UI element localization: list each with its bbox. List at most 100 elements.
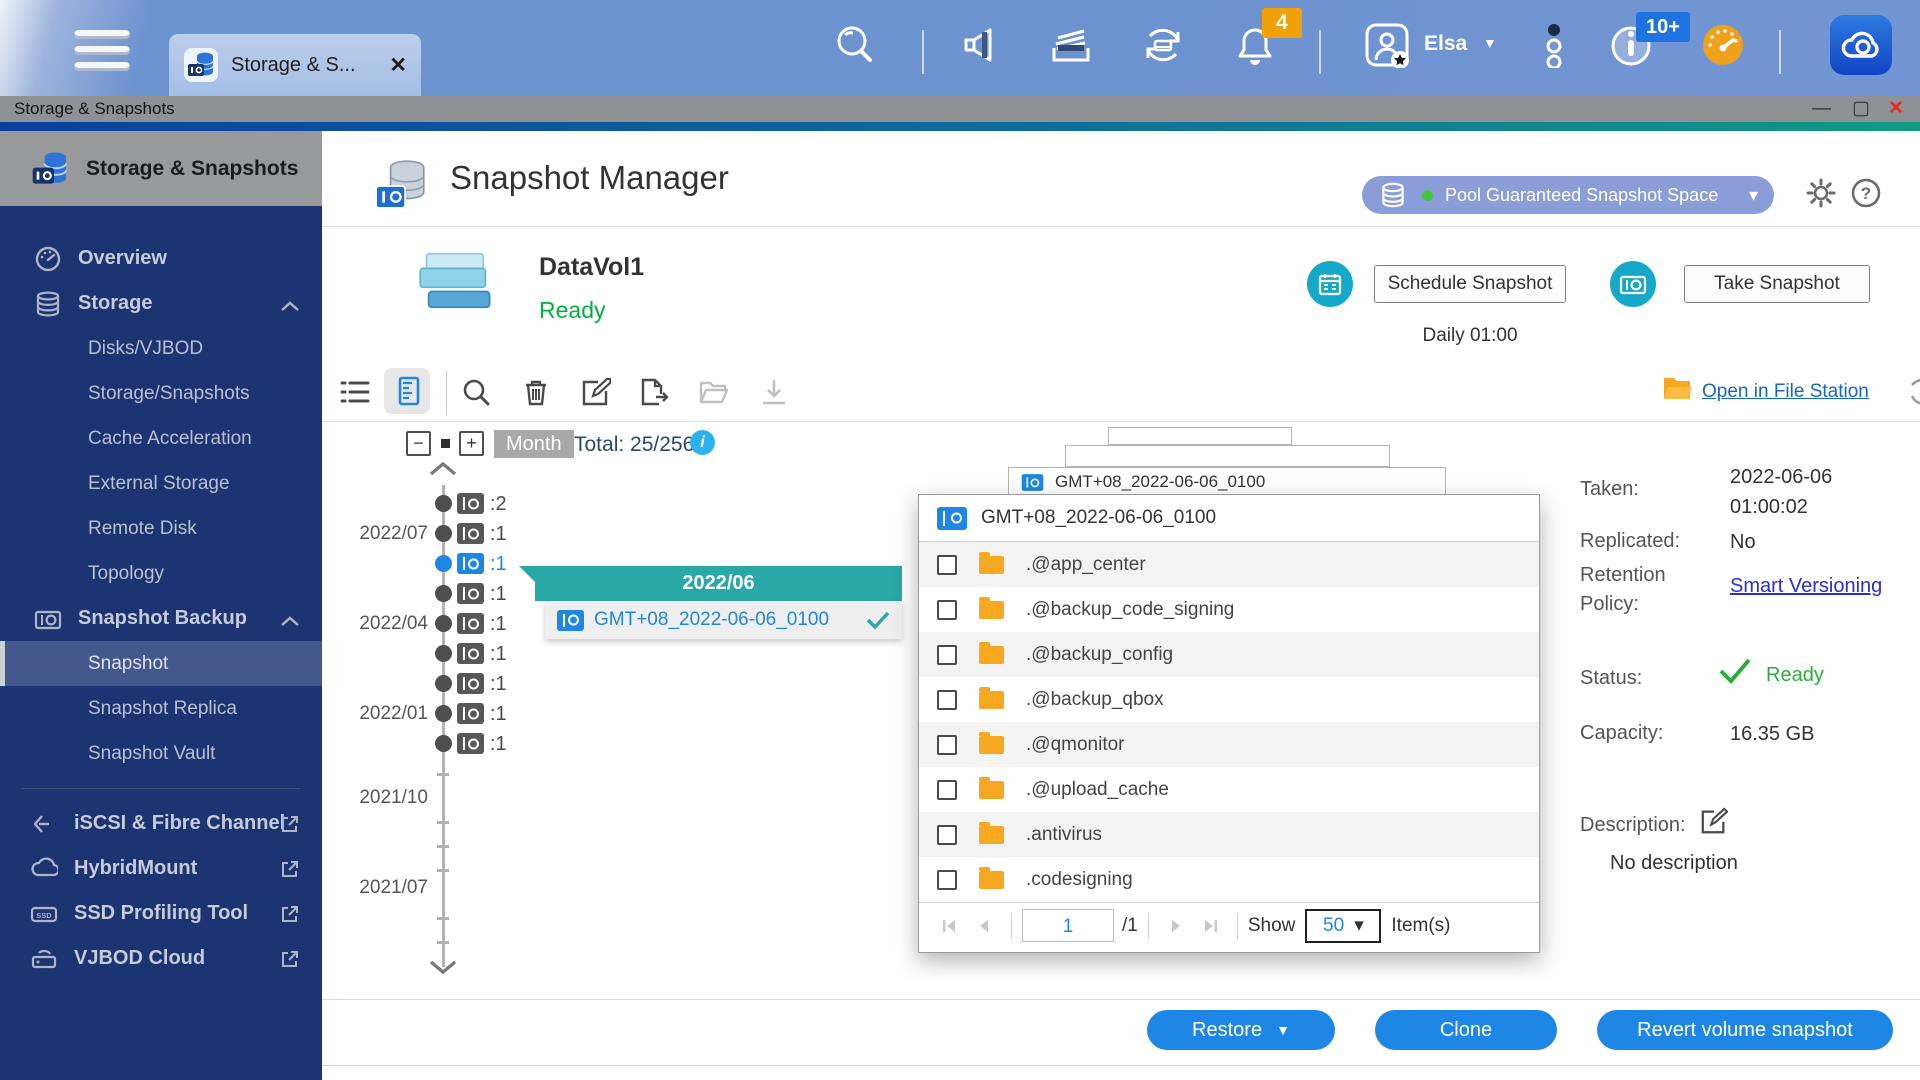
file-row[interactable]: .@backup_config (919, 632, 1539, 677)
timeline-node[interactable]: 2022/07 :1 (322, 525, 572, 543)
sidebar-item-external-storage[interactable]: External Storage (0, 461, 322, 506)
settings-gear-icon[interactable] (1805, 177, 1837, 209)
sidebar-item-storage-snapshots[interactable]: Storage/Snapshots (0, 371, 322, 416)
sidebar-item-ssd-profiling-tool[interactable]: SSD SSD Profiling Tool (0, 891, 322, 936)
sidebar-item-cache-acceleration[interactable]: Cache Acceleration (0, 416, 322, 461)
file-row[interactable]: .@backup_qbox (919, 677, 1539, 722)
schedule-snapshot-button[interactable]: Schedule Snapshot (1374, 265, 1566, 303)
checkbox[interactable] (937, 690, 957, 710)
download-icon[interactable] (759, 377, 789, 407)
retention-policy-link[interactable]: Smart Versioning (1730, 575, 1882, 598)
tab-close-icon[interactable]: ✕ (389, 53, 407, 78)
sidebar-item-snapshot-replica[interactable]: Snapshot Replica (0, 686, 322, 731)
revert-volume-snapshot-button[interactable]: Revert volume snapshot (1597, 1010, 1893, 1050)
schedule-info: Daily 01:00 (1374, 325, 1566, 347)
checkbox[interactable] (937, 555, 957, 575)
info-count-badge[interactable]: 10+ (1636, 12, 1690, 42)
sidebar-item-snapshot-vault[interactable]: Snapshot Vault (0, 731, 322, 776)
export-icon[interactable] (639, 377, 669, 407)
sidebar-item-disks-vjbod[interactable]: Disks/VJBOD (0, 326, 322, 371)
folder-icon (979, 736, 1004, 754)
pool-selector[interactable]: Pool Guaranteed Snapshot Space ▾ (1362, 176, 1774, 214)
timeline-node[interactable]: 2022/01 :1 (322, 705, 572, 723)
sidebar-item-snapshot[interactable]: Snapshot (0, 641, 322, 686)
notification-count-badge[interactable]: 4 (1262, 8, 1302, 38)
sidebar-item-overview[interactable]: Overview (0, 236, 322, 281)
open-folder-icon[interactable] (699, 377, 729, 407)
resource-monitor-gauge-icon[interactable] (1700, 22, 1746, 68)
file-row[interactable]: .@upload_cache (919, 767, 1539, 812)
checkbox[interactable] (937, 600, 957, 620)
sidebar-item-topology[interactable]: Topology (0, 551, 322, 596)
announcements-icon[interactable] (960, 22, 1006, 68)
sidebar-item-snapshot-backup[interactable]: Snapshot Backup (0, 596, 322, 641)
close-window-icon[interactable]: ✕ (1888, 96, 1904, 122)
schedule-calendar-icon[interactable] (1307, 261, 1353, 307)
sidebar-item-storage[interactable]: Storage (0, 281, 322, 326)
edit-icon[interactable] (581, 377, 611, 407)
flyout-snapshot-item[interactable]: GMT+08_2022-06-06_0100 (545, 601, 902, 639)
ssd-icon: SSD (30, 900, 58, 928)
background-tasks-icon[interactable] (1048, 22, 1094, 68)
folder-icon (979, 871, 1004, 889)
file-row[interactable]: .codesigning (919, 857, 1539, 902)
svg-text:?: ? (1861, 184, 1871, 203)
open-in-file-station-link[interactable]: Open in File Station (1702, 381, 1869, 403)
take-snapshot-button[interactable]: Take Snapshot (1684, 265, 1870, 303)
restore-button[interactable]: Restore ▼ (1147, 1010, 1335, 1050)
scroll-up-chevron-icon[interactable] (428, 461, 458, 477)
timeline-node[interactable]: :1 (322, 735, 572, 753)
myqnapcloud-icon[interactable] (1830, 15, 1892, 75)
file-row[interactable]: .@app_center (919, 542, 1539, 587)
checkbox[interactable] (937, 735, 957, 755)
file-row[interactable]: .antivirus (919, 812, 1539, 857)
page-size-select[interactable]: 50 ▾ (1305, 909, 1381, 943)
next-page-icon[interactable] (1167, 917, 1185, 935)
user-name[interactable]: Elsa (1424, 32, 1467, 56)
checkbox[interactable] (937, 825, 957, 845)
snapshot-file-browser: GMT+08_2022-06-06_0100 .@app_center .@ba… (918, 494, 1540, 953)
search-snapshot-icon[interactable] (461, 377, 491, 407)
timeline-node[interactable]: :2 (322, 495, 572, 513)
take-snapshot-camera-icon[interactable] (1610, 261, 1656, 307)
refresh-icon[interactable] (1906, 375, 1920, 409)
sidebar-item-hybridmount[interactable]: HybridMount (0, 846, 322, 891)
zoom-out-button[interactable]: − (406, 431, 431, 456)
sidebar-item-iscsi-fibre-channel[interactable]: iSCSI & Fibre Channel (0, 801, 322, 846)
collapse-chevron-icon[interactable] (280, 299, 300, 317)
timeline-node[interactable]: 2022/04 :1 (322, 615, 572, 633)
scroll-down-chevron-icon[interactable] (428, 959, 458, 975)
delete-trash-icon[interactable] (521, 377, 551, 407)
edit-description-icon[interactable] (1700, 807, 1728, 835)
checkbox[interactable] (937, 780, 957, 800)
clone-button[interactable]: Clone (1375, 1010, 1557, 1050)
help-icon[interactable]: ? (1850, 177, 1882, 209)
file-row[interactable]: .@backup_code_signing (919, 587, 1539, 632)
checkbox[interactable] (937, 870, 957, 890)
timeline-node[interactable]: :1 (322, 675, 572, 693)
zoom-in-button[interactable]: + (459, 431, 484, 456)
timeline-view-icon[interactable] (394, 376, 424, 406)
search-icon[interactable] (832, 22, 878, 68)
taken-label: Taken: (1580, 475, 1720, 504)
sidebar-item-remote-disk[interactable]: Remote Disk (0, 506, 322, 551)
page-number-input[interactable]: 1 (1022, 909, 1114, 942)
info-icon[interactable]: i (690, 430, 715, 455)
timeline-node[interactable]: :1 (322, 645, 572, 663)
main-menu-icon[interactable] (74, 30, 132, 72)
minimize-icon[interactable]: — (1812, 96, 1831, 122)
user-avatar[interactable] (1364, 22, 1410, 68)
flyout-month-header: 2022/06 (535, 566, 902, 601)
first-page-icon[interactable] (941, 917, 959, 935)
app-tab-storage-snapshots[interactable]: Storage & S... ✕ (169, 34, 421, 96)
previous-page-icon[interactable] (975, 917, 993, 935)
list-view-icon[interactable] (340, 377, 370, 407)
last-page-icon[interactable] (1201, 917, 1219, 935)
more-options-icon[interactable] (1544, 22, 1564, 68)
sidebar-item-vjbod-cloud[interactable]: VJBOD Cloud (0, 936, 322, 981)
checkbox[interactable] (937, 645, 957, 665)
file-row[interactable]: .@qmonitor (919, 722, 1539, 767)
maximize-icon[interactable]: ▢ (1852, 96, 1870, 122)
sync-backup-icon[interactable] (1140, 22, 1186, 68)
collapse-chevron-icon[interactable] (280, 614, 300, 632)
